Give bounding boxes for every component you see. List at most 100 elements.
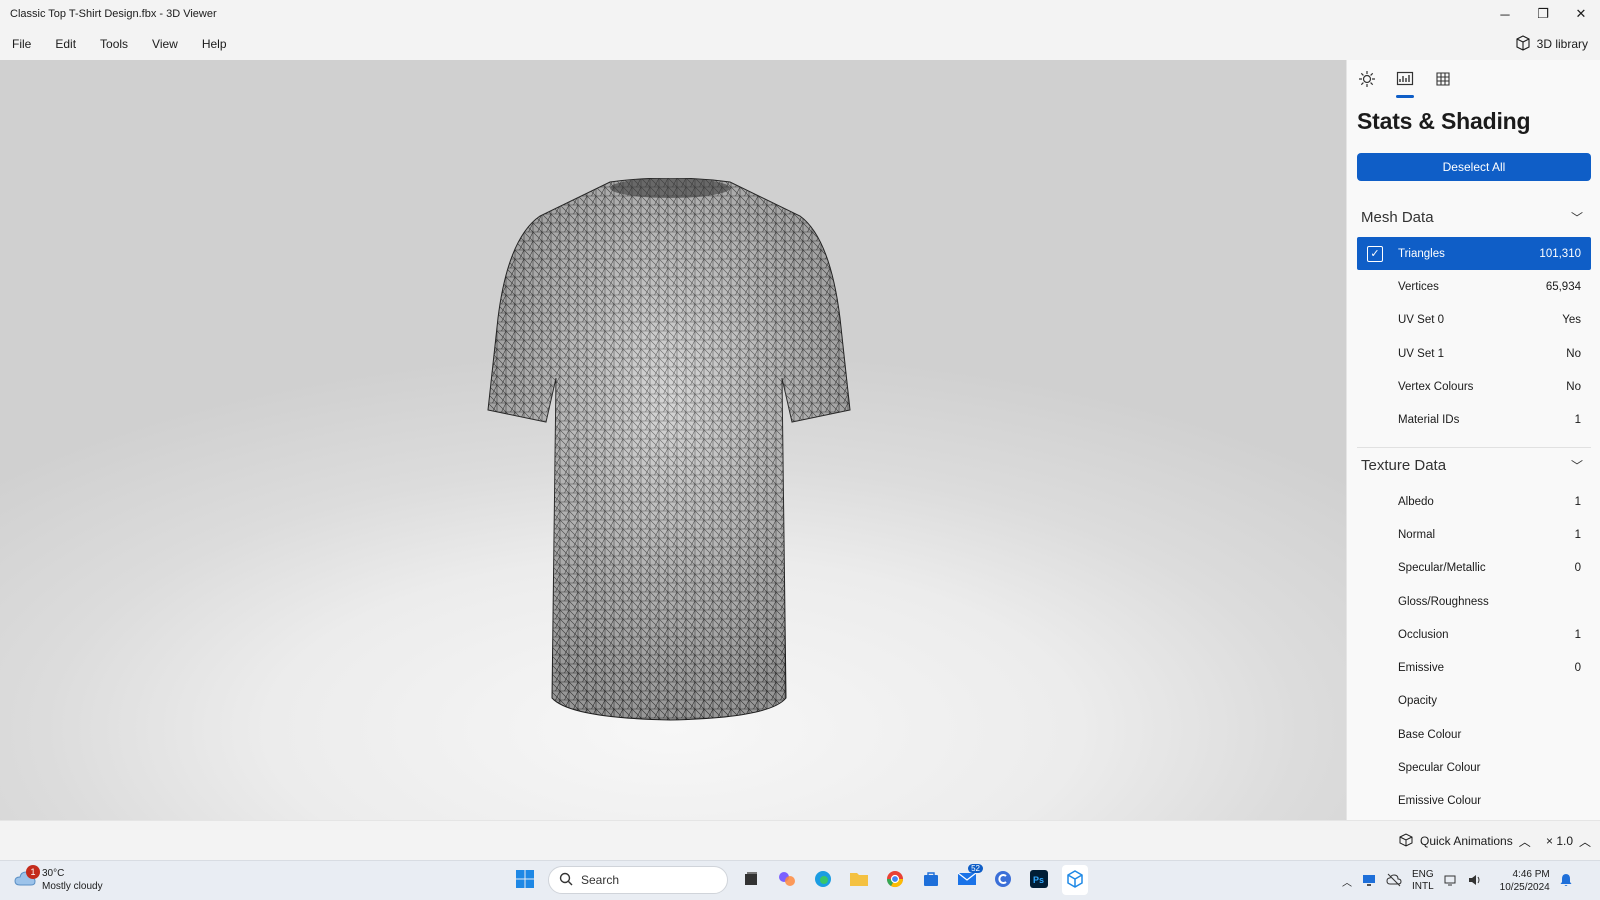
- 3d-viewer-icon: [1065, 869, 1085, 892]
- panel-title: Stats & Shading: [1357, 108, 1531, 134]
- chrome-button[interactable]: [882, 865, 908, 895]
- quick-animations-button[interactable]: Quick Animations ︿: [1398, 821, 1531, 861]
- title-bar: Classic Top T-Shirt Design.fbx - 3D View…: [0, 0, 1600, 28]
- 3d-viewport[interactable]: [0, 60, 1346, 820]
- row-value: 0: [1574, 662, 1581, 675]
- tab-lighting[interactable]: [1357, 70, 1377, 98]
- chevron-down-icon: ﹀: [1570, 210, 1583, 225]
- row-value: 1: [1574, 495, 1581, 508]
- panel-tabs: [1347, 60, 1600, 100]
- texture-row-specular-metallic[interactable]: Specular/Metallic 0: [1357, 552, 1591, 585]
- start-button[interactable]: [512, 865, 538, 895]
- system-tray: ︿ ENG INTL 4:46 PM 10/25/2024: [1342, 861, 1572, 900]
- texture-row-specular-colour[interactable]: Specular Colour: [1357, 751, 1591, 784]
- mesh-row-uv-set-1[interactable]: UV Set 1 No: [1357, 337, 1591, 370]
- maximize-button[interactable]: ❐: [1524, 0, 1562, 28]
- 3d-library-button[interactable]: 3D library: [1515, 34, 1600, 54]
- menu-help[interactable]: Help: [190, 28, 239, 60]
- mesh-row-triangles[interactable]: ✓ Triangles 101,310: [1357, 237, 1591, 271]
- chrome-icon: [885, 869, 905, 892]
- file-explorer-button[interactable]: [846, 865, 872, 895]
- row-value: 65,934: [1545, 280, 1581, 293]
- volume-icon[interactable]: [1468, 873, 1482, 890]
- quick-animations-label: Quick Animations: [1420, 834, 1513, 848]
- stats-icon: [1396, 70, 1414, 91]
- animation-bar: Quick Animations ︿ × 1.0 ︿: [0, 820, 1600, 860]
- photoshop-button[interactable]: Ps: [1026, 865, 1052, 895]
- mesh-data-header[interactable]: Mesh Data ﹀: [1357, 200, 1591, 234]
- texture-row-albedo[interactable]: Albedo 1: [1357, 485, 1591, 518]
- menu-bar: File Edit Tools View Help 3D library: [0, 28, 1600, 60]
- row-label: Occlusion: [1398, 628, 1449, 641]
- texture-row-normal[interactable]: Normal 1: [1357, 518, 1591, 551]
- texture-data-title: Texture Data: [1361, 456, 1447, 474]
- ccleaner-button[interactable]: [990, 865, 1016, 895]
- task-view-button[interactable]: [738, 865, 764, 895]
- weather-temp: 30°C: [42, 868, 65, 879]
- search-icon: [559, 872, 573, 889]
- mesh-row-vertices[interactable]: Vertices 65,934: [1357, 270, 1591, 303]
- texture-row-emissive-colour[interactable]: Emissive Colour: [1357, 785, 1591, 818]
- row-label: Specular/Metallic: [1398, 562, 1486, 575]
- menu-tools[interactable]: Tools: [88, 28, 140, 60]
- weather-widget[interactable]: 1 30°C Mostly cloudy: [14, 865, 103, 893]
- texture-row-occlusion[interactable]: Occlusion 1: [1357, 618, 1591, 651]
- copilot-button[interactable]: [774, 865, 800, 895]
- texture-row-emissive[interactable]: Emissive 0: [1357, 651, 1591, 684]
- taskbar-search[interactable]: Search: [548, 866, 728, 894]
- clock-date: 10/25/2024: [1499, 882, 1550, 893]
- cube-icon: [1515, 34, 1531, 54]
- row-value: Yes: [1562, 314, 1581, 327]
- mesh-row-vertex-colours[interactable]: Vertex Colours No: [1357, 370, 1591, 403]
- chevron-up-icon: ︿: [1518, 834, 1531, 849]
- windows-logo-icon: [515, 869, 535, 892]
- menu-view[interactable]: View: [140, 28, 190, 60]
- weather-text: 30°C Mostly cloudy: [42, 867, 103, 893]
- minimize-button[interactable]: ─: [1486, 0, 1524, 28]
- mesh-data-title: Mesh Data: [1361, 208, 1434, 226]
- monitor-icon[interactable]: [1362, 873, 1376, 890]
- row-label: Triangles: [1398, 247, 1445, 260]
- svg-text:Ps: Ps: [1033, 875, 1044, 885]
- sun-icon: [1358, 70, 1376, 91]
- texture-data-header[interactable]: Texture Data ﹀: [1357, 448, 1591, 482]
- mesh-data-list: ✓ Triangles 101,310 Vertices 65,934 UV S…: [1357, 237, 1591, 437]
- menu-file[interactable]: File: [0, 28, 43, 60]
- deselect-all-button[interactable]: Deselect All: [1357, 153, 1591, 181]
- store-button[interactable]: [918, 865, 944, 895]
- checkbox-checked-icon[interactable]: ✓: [1367, 245, 1383, 262]
- tshirt-model[interactable]: [470, 178, 870, 738]
- language-indicator[interactable]: ENG INTL: [1412, 869, 1434, 893]
- clock[interactable]: 4:46 PM 10/25/2024: [1500, 868, 1550, 894]
- texture-row-gloss-roughness[interactable]: Gloss/Roughness: [1357, 585, 1591, 618]
- cloud-off-icon[interactable]: [1386, 873, 1402, 890]
- playback-speed-button[interactable]: × 1.0 ︿: [1546, 821, 1591, 861]
- 3d-viewer-taskbar-button[interactable]: [1062, 865, 1088, 895]
- texture-data-list: Albedo 1 Normal 1 Specular/Metallic 0 Gl…: [1357, 485, 1591, 818]
- row-label: Vertices: [1398, 280, 1439, 293]
- row-value: No: [1566, 347, 1581, 360]
- row-label: Material IDs: [1398, 414, 1460, 427]
- row-value: 1: [1574, 628, 1581, 641]
- window-title: Classic Top T-Shirt Design.fbx - 3D View…: [10, 8, 217, 20]
- mesh-row-uv-set-0[interactable]: UV Set 0 Yes: [1357, 304, 1591, 337]
- weather-desc: Mostly cloudy: [42, 881, 103, 892]
- texture-row-base-colour[interactable]: Base Colour: [1357, 718, 1591, 751]
- close-button[interactable]: ✕: [1562, 0, 1600, 28]
- row-value: No: [1566, 380, 1581, 393]
- menu-edit[interactable]: Edit: [43, 28, 88, 60]
- mesh-row-material-ids[interactable]: Material IDs 1: [1357, 403, 1591, 436]
- edge-button[interactable]: [810, 865, 836, 895]
- texture-row-opacity[interactable]: Opacity: [1357, 685, 1591, 718]
- network-icon[interactable]: [1444, 873, 1458, 890]
- tab-stats[interactable]: [1395, 70, 1415, 98]
- tab-mesh-grid[interactable]: [1433, 70, 1453, 98]
- chevron-up-icon[interactable]: ︿: [1342, 874, 1352, 889]
- windows-taskbar: 1 30°C Mostly cloudy Search 52 Ps ︿ ENG …: [0, 860, 1600, 900]
- stats-shading-panel: Stats & Shading Deselect All Mesh Data ﹀…: [1346, 60, 1600, 820]
- mail-button[interactable]: 52: [954, 864, 983, 895]
- grid-icon: [1434, 70, 1452, 91]
- notification-bell-icon[interactable]: [1560, 873, 1572, 890]
- store-icon: [922, 870, 940, 891]
- chevron-up-icon: ︿: [1579, 834, 1592, 849]
